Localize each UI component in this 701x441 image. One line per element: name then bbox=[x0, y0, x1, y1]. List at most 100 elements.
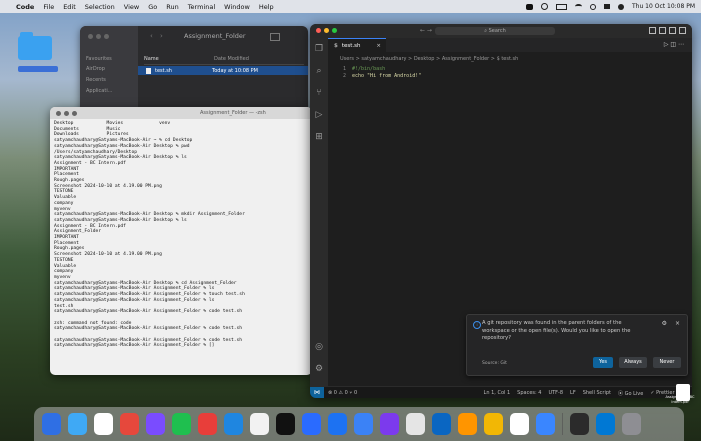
search-icon[interactable] bbox=[590, 3, 596, 10]
search-placeholder: Search bbox=[488, 28, 506, 34]
encoding[interactable]: UTF-8 bbox=[548, 390, 563, 397]
sidebar-item-recents[interactable]: Recents bbox=[86, 77, 106, 83]
dock-app-icon[interactable] bbox=[354, 413, 373, 435]
vscode-zoom-button[interactable] bbox=[332, 28, 337, 33]
dock-app-icon[interactable] bbox=[596, 413, 615, 435]
menu-selection[interactable]: Selection bbox=[85, 3, 115, 11]
finder-title: Assignment_Folder bbox=[184, 32, 246, 40]
dock-app-icon[interactable] bbox=[120, 413, 139, 435]
sidebar-item-airdrop[interactable]: AirDrop bbox=[86, 66, 105, 72]
dock-app-icon[interactable] bbox=[570, 413, 589, 435]
dock-app-icon[interactable] bbox=[302, 413, 321, 435]
tab-test-sh[interactable]: $ test.sh × bbox=[328, 38, 386, 52]
dock-app-icon[interactable] bbox=[276, 413, 295, 435]
finder-minimize-button[interactable] bbox=[96, 34, 101, 39]
source-control-icon[interactable]: ⑂ bbox=[314, 88, 324, 98]
notification-close-icon[interactable]: × bbox=[675, 320, 680, 327]
dock-app-icon[interactable] bbox=[536, 413, 555, 435]
menu-edit[interactable]: Edit bbox=[63, 3, 76, 11]
control-icon[interactable] bbox=[541, 3, 548, 10]
code-editor[interactable]: 1 #!/bin/bash 2 echo "Hi from Android!" bbox=[332, 66, 421, 80]
indentation[interactable]: Spaces: 4 bbox=[517, 390, 541, 397]
toggle-sidebar-icon[interactable] bbox=[649, 27, 656, 34]
col-date[interactable]: Date Modified bbox=[214, 56, 249, 62]
dock-app-icon[interactable] bbox=[42, 413, 61, 435]
tab-close-icon[interactable]: × bbox=[376, 43, 381, 49]
clock[interactable]: Thu 10 Oct 10:08 PM bbox=[632, 3, 695, 10]
menu-go[interactable]: Go bbox=[148, 3, 157, 11]
extensions-icon[interactable]: ⊞ bbox=[314, 132, 324, 142]
never-button[interactable]: Never bbox=[653, 357, 681, 368]
menu-app-name[interactable]: Code bbox=[16, 3, 34, 11]
vscode-close-button[interactable] bbox=[316, 28, 321, 33]
finder-column-header: Name Date Modified bbox=[144, 56, 304, 65]
dock-app-icon[interactable] bbox=[68, 413, 87, 435]
problems-status[interactable]: ⊗ 0 ⚠ 0 ⑂ 0 bbox=[328, 390, 357, 396]
code-line-2[interactable]: 2 echo "Hi from Android!" bbox=[332, 73, 421, 80]
battery-icon[interactable] bbox=[556, 3, 567, 10]
explorer-icon[interactable]: ❐ bbox=[314, 44, 324, 54]
menu-help[interactable]: Help bbox=[259, 3, 274, 11]
dock-app-icon[interactable] bbox=[94, 413, 113, 435]
manage-gear-icon[interactable]: ⚙ bbox=[314, 364, 324, 374]
dock-app-icon[interactable] bbox=[622, 413, 641, 435]
dock-app-icon[interactable] bbox=[406, 413, 425, 435]
line-ending[interactable]: LF bbox=[570, 390, 576, 397]
finder-view-icon[interactable] bbox=[270, 33, 280, 41]
yes-button[interactable]: Yes bbox=[593, 357, 613, 368]
menu-terminal[interactable]: Terminal bbox=[188, 3, 215, 11]
vscode-tray-icon[interactable] bbox=[526, 3, 533, 10]
toggle-panel-icon[interactable] bbox=[659, 27, 666, 34]
finder-file-row[interactable]: test.sh Today at 10:08 PM bbox=[138, 66, 308, 75]
vscode-minimize-button[interactable] bbox=[324, 28, 329, 33]
dock-app-icon[interactable] bbox=[328, 413, 347, 435]
dock-app-icon[interactable] bbox=[146, 413, 165, 435]
code-line-1[interactable]: 1 #!/bin/bash bbox=[332, 66, 421, 73]
run-debug-icon[interactable]: ▷ bbox=[314, 110, 324, 120]
search-view-icon[interactable]: ⌕ bbox=[314, 66, 324, 76]
cursor-position[interactable]: Ln 1, Col 1 bbox=[484, 390, 511, 397]
tab-label: test.sh bbox=[341, 42, 361, 49]
terminal-minimize-button[interactable] bbox=[64, 110, 69, 116]
desktop-folder-icon[interactable] bbox=[18, 32, 54, 64]
dock-app-icon[interactable] bbox=[172, 413, 191, 435]
command-center-search[interactable]: ⌕ Search bbox=[435, 27, 555, 35]
terminal-zoom-button[interactable] bbox=[72, 110, 77, 116]
nav-arrows-icon[interactable]: ← → bbox=[420, 27, 432, 34]
dock-app-icon[interactable] bbox=[510, 413, 529, 435]
remote-icon[interactable]: ⋈ bbox=[310, 387, 324, 398]
menu-run[interactable]: Run bbox=[166, 3, 178, 11]
notification-settings-icon[interactable]: ⚙ bbox=[662, 320, 667, 327]
menu-window[interactable]: Window bbox=[224, 3, 250, 11]
breadcrumb[interactable]: Users > satyamchaudhary > Desktop > Assi… bbox=[340, 56, 518, 62]
terminal-close-button[interactable] bbox=[56, 110, 61, 116]
go-live-button[interactable]: ⦿ Go Live bbox=[618, 390, 643, 397]
language-mode[interactable]: Shell Script bbox=[583, 390, 611, 397]
account-icon[interactable]: ◎ bbox=[314, 342, 324, 352]
dock-app-icon[interactable] bbox=[432, 413, 451, 435]
control-center-icon[interactable] bbox=[604, 4, 610, 9]
menu-file[interactable]: File bbox=[43, 3, 54, 11]
siri-icon[interactable] bbox=[618, 3, 624, 10]
dock-app-icon[interactable] bbox=[198, 413, 217, 435]
toggle-secondary-sidebar-icon[interactable] bbox=[669, 27, 676, 34]
col-name[interactable]: Name bbox=[144, 56, 214, 62]
menu-view[interactable]: View bbox=[124, 3, 139, 11]
sidebar-item-applications[interactable]: Applicati... bbox=[86, 88, 112, 94]
dock-app-icon[interactable] bbox=[250, 413, 269, 435]
terminal-output[interactable]: Desktop Movies venv Documents Music Downlo… bbox=[50, 119, 312, 351]
dock-app-icon[interactable] bbox=[224, 413, 243, 435]
wifi-icon[interactable] bbox=[575, 4, 582, 9]
dock-app-icon[interactable] bbox=[484, 413, 503, 435]
finder-zoom-button[interactable] bbox=[104, 34, 109, 39]
finder-forward-icon[interactable]: › bbox=[160, 32, 163, 40]
always-button[interactable]: Always bbox=[619, 357, 647, 368]
finder-close-button[interactable] bbox=[88, 34, 93, 39]
dock-app-icon[interactable] bbox=[458, 413, 477, 435]
notification-message: A git repository was found in the parent… bbox=[482, 320, 631, 341]
finder-back-icon[interactable]: ‹ bbox=[150, 32, 153, 40]
customize-layout-icon[interactable] bbox=[679, 27, 686, 34]
dock-app-icon[interactable] bbox=[380, 413, 399, 435]
run-split-icons[interactable]: ▷ ◫ ⋯ bbox=[664, 41, 684, 48]
code-text: echo "Hi from Android!" bbox=[352, 73, 422, 79]
